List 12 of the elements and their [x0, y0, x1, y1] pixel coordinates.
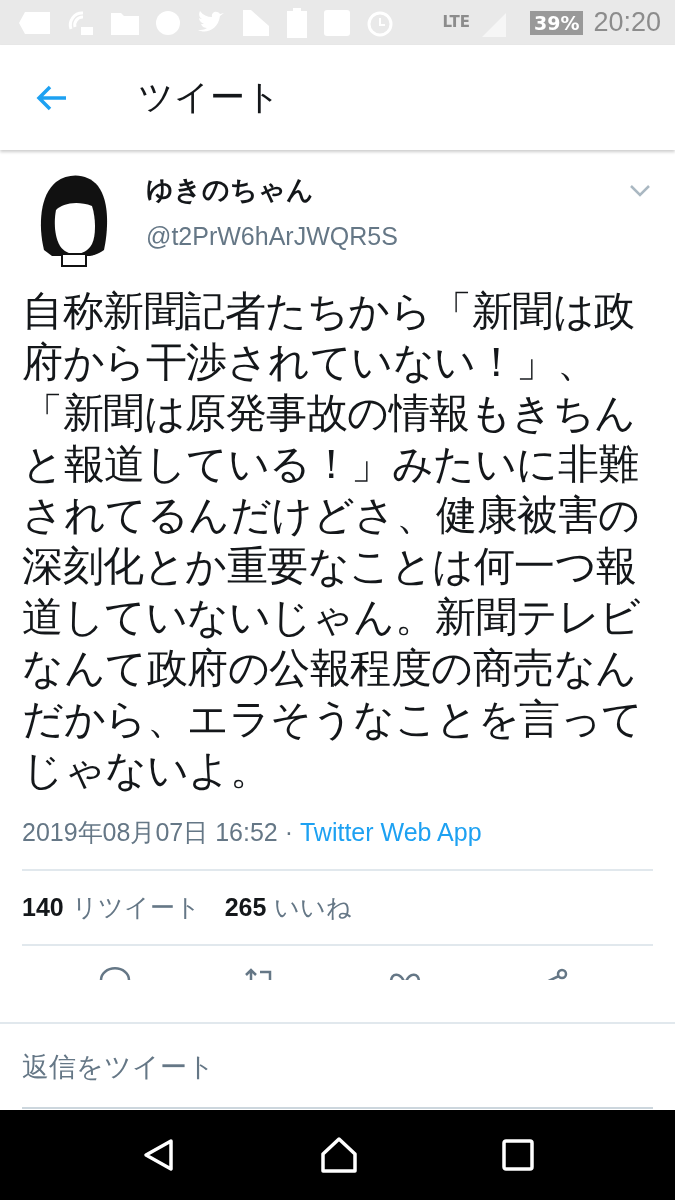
user-handle[interactable]: @t2PrW6hArJWQR5S [146, 222, 629, 251]
tweet-text: 自称新聞記者たちから「新聞は政府から干渉されていない！」、「新聞は原発事故の情報もきちんと報道している！」みたいに非難されてるんだけどさ、健康被害の深刻化とか重要なことは何一つ報道していないじゃん。新聞テレビなんて政府の公報程度の商売なんだから、エラそうなことを言ってじゃないよ。 [22, 286, 644, 796]
recents-icon[interactable] [501, 1139, 534, 1171]
clock: 20:20 [593, 7, 661, 38]
stat-count[interactable]: 140 リツイート [22, 891, 201, 924]
timestamp: 2019年08月07日 16:52 · [22, 818, 294, 846]
network-type: LTE [442, 13, 470, 31]
home-icon[interactable] [319, 1136, 360, 1174]
stat-count[interactable]: 265 いいね [224, 891, 353, 924]
page-title: ツイート [138, 76, 281, 119]
display-name[interactable]: ゆきのちゃん [146, 172, 629, 208]
battery-indicator: 39% [529, 10, 584, 35]
